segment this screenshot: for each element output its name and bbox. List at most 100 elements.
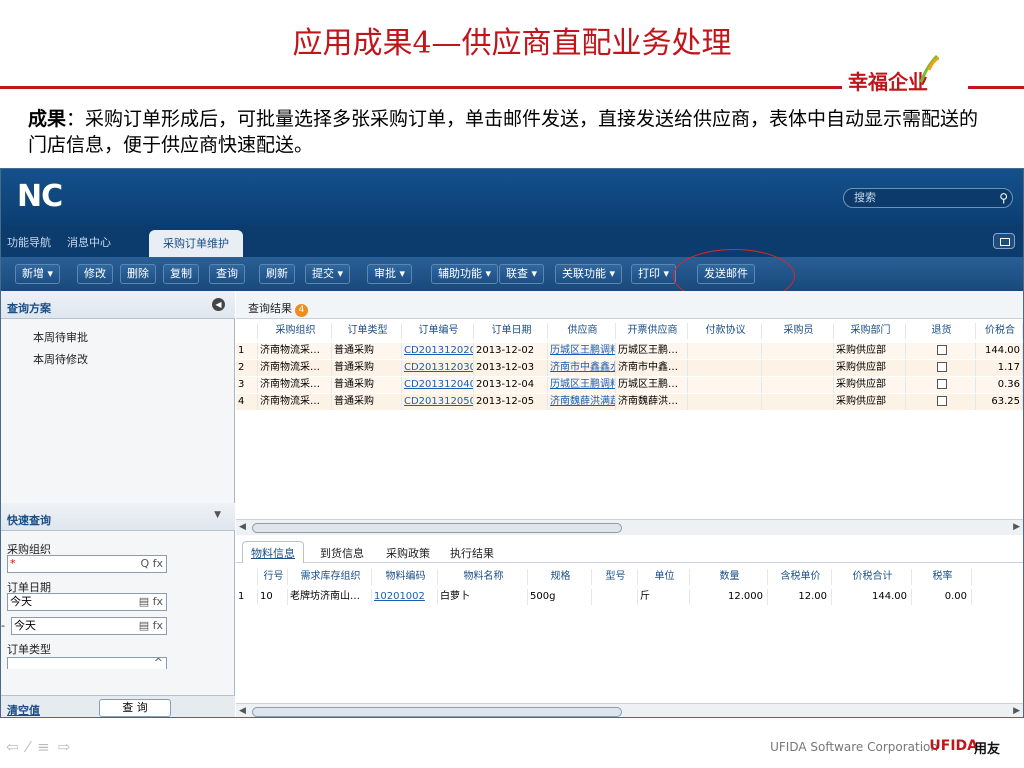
cell-text[interactable]: 历城区王鹏调料: [550, 345, 615, 356]
scroll-left-icon[interactable]: ◀: [239, 706, 246, 716]
tab-purchase-policy[interactable]: 采购政策: [386, 545, 430, 561]
cell-buyer: [762, 360, 834, 376]
plan-item-pending-approval[interactable]: 本周待审批: [33, 329, 88, 345]
calendar-fx-icon[interactable]: ▤ fx: [139, 618, 163, 634]
maximize-icon[interactable]: [993, 233, 1015, 249]
cell-buyer: [762, 377, 834, 393]
clear-values-link[interactable]: 清空值: [7, 702, 40, 717]
cell-text[interactable]: CD2013120200000: [404, 345, 473, 356]
cell-text[interactable]: 10201002: [374, 591, 425, 602]
print-button[interactable]: 打印 ▾: [631, 264, 677, 284]
calendar-fx-icon[interactable]: ▤ fx: [139, 594, 163, 610]
cell-code[interactable]: 10201002: [372, 589, 438, 605]
add-button[interactable]: 新增 ▾: [15, 264, 61, 284]
cell-code[interactable]: CD2013120500000: [402, 394, 474, 410]
cell-no: 3: [236, 377, 258, 393]
date-to-input[interactable]: 今天 ▤ fx: [11, 617, 167, 635]
col-header: 单位: [638, 569, 690, 585]
cell-text[interactable]: CD2013120400000: [404, 379, 473, 390]
hscroll[interactable]: ◀ ▶: [236, 519, 1023, 535]
hscroll[interactable]: ◀ ▶: [236, 703, 1023, 717]
scroll-right-icon[interactable]: ▶: [1013, 522, 1020, 532]
return-checkbox[interactable]: [936, 379, 947, 389]
company-logo: 幸福企业: [848, 70, 928, 94]
cell-text: 2013-12-05: [476, 396, 535, 407]
link-query-button[interactable]: 联查 ▾: [499, 264, 545, 284]
cell-dept: 采购供应部: [834, 343, 906, 359]
search-input[interactable]: 搜索 ⚲: [843, 188, 1013, 208]
cell-supplier[interactable]: 历城区王鹏调料: [548, 343, 616, 359]
cell-date: 2013-12-02: [474, 343, 548, 359]
table-row[interactable]: 2 济南物流采… 普通采购 CD20131203000002013-12-03 济南市中…: [236, 360, 1023, 376]
leaf-logo-icon: [919, 54, 939, 83]
cell-store: 老牌坊济南山…: [288, 589, 372, 605]
tab-purchase-order[interactable]: 采购订单维护: [149, 230, 243, 257]
slide-nav-icons[interactable]: ⇦⁄≡⇨: [6, 738, 78, 756]
description-text: ：采购订单形成后，可批量选择多张采购订单，单击邮件发送，直接发送给供应商，表体中…: [28, 108, 979, 156]
cell-code[interactable]: CD2013120200000: [402, 343, 474, 359]
cell-invoice: 济南魏薛洪…: [616, 394, 688, 410]
return-checkbox[interactable]: [936, 362, 947, 372]
search-fx-icon[interactable]: Q fx: [140, 556, 163, 572]
date-from-input[interactable]: 今天 ▤ fx: [7, 593, 167, 611]
nc-logo: NC: [17, 179, 63, 214]
cell-text: 老牌坊济南山…: [290, 591, 360, 602]
plan-item-pending-edit[interactable]: 本周待修改: [33, 351, 88, 367]
cell-text[interactable]: 济南市中鑫鑫水2: [550, 362, 615, 373]
cell-text[interactable]: CD2013120500000: [404, 396, 473, 407]
submit-button[interactable]: 提交 ▾: [305, 264, 351, 284]
tab-exec-result[interactable]: 执行结果: [450, 545, 494, 561]
cell-text: 12.00: [798, 591, 827, 602]
search-icon[interactable]: ⚲: [999, 189, 1008, 207]
table-row[interactable]: 1 10 老牌坊济南山… 10201002 白萝卜 500g 斤 12.000 12.00 144…: [236, 589, 1023, 605]
cell-no: 4: [236, 394, 258, 410]
delete-button[interactable]: 删除: [120, 264, 156, 284]
col-header: 物料编码: [372, 569, 438, 585]
cell-code[interactable]: CD2013120300000: [402, 360, 474, 376]
cell-invoice: 历城区王鹏…: [616, 377, 688, 393]
collapse-left-icon[interactable]: ◀: [212, 298, 225, 311]
table-row[interactable]: 3 济南物流采… 普通采购 CD20131204000002013-12-04 历城区王…: [236, 377, 1023, 393]
scroll-thumb[interactable]: [252, 523, 622, 533]
cell-code[interactable]: CD2013120400000: [402, 377, 474, 393]
cell-text[interactable]: 历城区王鹏调料: [550, 379, 615, 390]
refresh-button[interactable]: 刷新: [259, 264, 295, 284]
left-panel: 查询方案 ◀ 本周待审批 本周待修改 快速查询 ▼ 采购组织 * Q fx 订单…: [1, 291, 235, 717]
org-input[interactable]: * Q fx: [7, 555, 167, 573]
tab-material-info[interactable]: 物料信息: [242, 541, 304, 563]
tab-arrival-info[interactable]: 到货信息: [320, 545, 364, 561]
return-checkbox[interactable]: [936, 396, 947, 406]
return-checkbox[interactable]: [936, 345, 947, 355]
cell-supplier[interactable]: 济南市中鑫鑫水2: [548, 360, 616, 376]
cell-text[interactable]: 济南魏薛洪满蔬菜: [550, 396, 615, 407]
order-type-input[interactable]: ^: [7, 655, 167, 671]
query-button[interactable]: 查询: [209, 264, 245, 284]
scroll-right-icon[interactable]: ▶: [1013, 706, 1020, 716]
cell-supplier[interactable]: 历城区王鹏调料: [548, 377, 616, 393]
cell-text: 采购供应部: [836, 362, 886, 373]
cell-text: 2013-12-04: [476, 379, 535, 390]
scroll-left-icon[interactable]: ◀: [239, 522, 246, 532]
chevron-up-icon[interactable]: ^: [154, 655, 163, 671]
assist-button[interactable]: 辅助功能 ▾: [431, 264, 499, 284]
table-row[interactable]: 1 济南物流采… 普通采购 CD20131202000002013-12-02 历城区王…: [236, 343, 1023, 359]
col-header: 开票供应商: [616, 323, 688, 339]
tab-message-center[interactable]: 消息中心: [67, 234, 111, 250]
cell-supplier[interactable]: 济南魏薛洪满蔬菜: [548, 394, 616, 410]
cell-text: 采购供应部: [836, 379, 886, 390]
cell-date: 2013-12-04: [474, 377, 548, 393]
table-row[interactable]: 4 济南物流采… 普通采购 CD20131205000002013-12-05 济南魏薛…: [236, 394, 1023, 410]
approve-button[interactable]: 审批 ▾: [367, 264, 413, 284]
cell-amount: 144.00: [976, 343, 1023, 359]
chevron-down-icon[interactable]: ▼: [214, 510, 221, 520]
cell-text[interactable]: CD2013120300000: [404, 362, 473, 373]
cell-text: 采购供应部: [836, 345, 886, 356]
related-func-button[interactable]: 关联功能 ▾: [555, 264, 623, 284]
tab-function-nav[interactable]: 功能导航: [7, 234, 51, 250]
copy-button[interactable]: 复制: [163, 264, 199, 284]
query-submit-button[interactable]: 查 询: [99, 699, 171, 717]
col-header: 采购员: [762, 323, 834, 339]
edit-button[interactable]: 修改: [77, 264, 113, 284]
scroll-thumb[interactable]: [252, 707, 622, 717]
cell-type: 普通采购: [332, 343, 402, 359]
